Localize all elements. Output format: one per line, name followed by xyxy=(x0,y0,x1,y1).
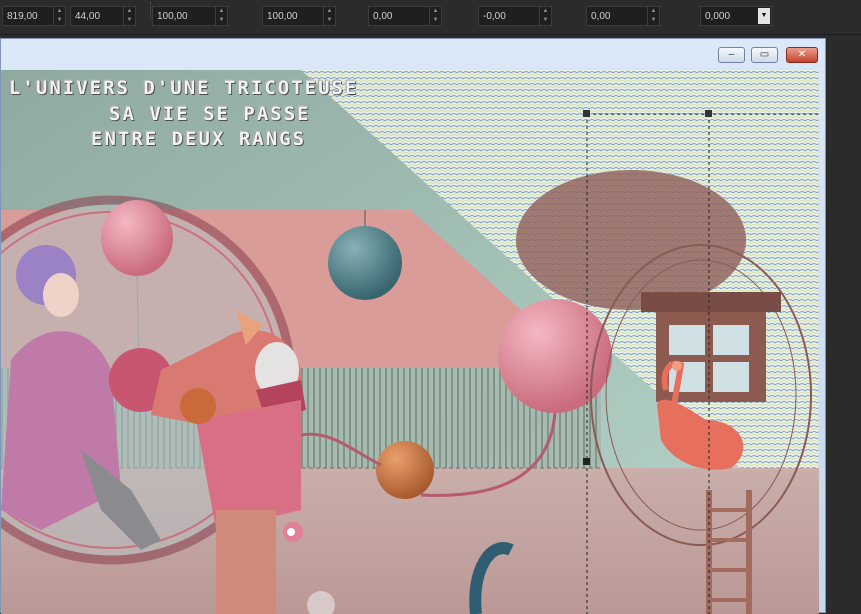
shear-field[interactable]: -0,00 ▲ ▼ xyxy=(478,6,552,26)
artwork-illustration xyxy=(1,70,819,614)
close-icon: ✕ xyxy=(797,49,807,60)
scale-x-spinner[interactable]: ▲ ▼ xyxy=(215,7,227,25)
position-y-spinner[interactable]: ▲ ▼ xyxy=(123,7,135,25)
shear-spinner[interactable]: ▲ ▼ xyxy=(539,7,551,25)
close-button[interactable]: ✕ xyxy=(786,47,818,63)
artwork-title-line-3: ENTRE DEUX RANGS xyxy=(91,128,307,150)
minimize-button[interactable]: – xyxy=(718,47,745,63)
opacity-combo[interactable]: 0,000 ▼ xyxy=(700,6,772,26)
spin-down-icon[interactable]: ▼ xyxy=(324,16,335,25)
artwork-title-line-1: L'UNIVERS D'UNE TRICOTEUSE xyxy=(9,77,359,99)
scale-y-value: 100,00 xyxy=(267,11,298,22)
spin-down-icon[interactable]: ▼ xyxy=(430,16,441,25)
position-x-value: 819,00 xyxy=(7,11,38,22)
spin-up-icon[interactable]: ▲ xyxy=(324,7,335,16)
chevron-down-icon[interactable]: ▼ xyxy=(758,8,770,24)
spin-up-icon[interactable]: ▲ xyxy=(216,7,227,16)
scale-y-field[interactable]: 100,00 ▲ ▼ xyxy=(262,6,336,26)
scale-x-field[interactable]: 100,00 ▲ ▼ xyxy=(152,6,228,26)
spin-up-icon[interactable]: ▲ xyxy=(648,7,659,16)
position-x-field[interactable]: 819,00 ▲ ▼ xyxy=(2,6,66,26)
spin-up-icon[interactable]: ▲ xyxy=(540,7,551,16)
angle-value: 0,00 xyxy=(373,11,393,22)
spin-down-icon[interactable]: ▼ xyxy=(216,16,227,25)
position-y-field[interactable]: 44,00 ▲ ▼ xyxy=(70,6,136,26)
minimize-icon: – xyxy=(728,49,735,60)
image-canvas[interactable]: L'UNIVERS D'UNE TRICOTEUSE SA VIE SE PAS… xyxy=(1,70,819,614)
opacity-value: 0,000 xyxy=(705,11,731,22)
spin-up-icon[interactable]: ▲ xyxy=(54,7,65,16)
position-y-value: 44,00 xyxy=(75,11,101,22)
position-x-spinner[interactable]: ▲ ▼ xyxy=(53,7,65,25)
angle-field[interactable]: 0,00 ▲ ▼ xyxy=(368,6,442,26)
perspective-field[interactable]: 0,00 ▲ ▼ xyxy=(586,6,660,26)
scale-x-value: 100,00 xyxy=(157,11,188,22)
tool-options-bar: 819,00 ▲ ▼ 44,00 ▲ ▼ 100,00 ▲ ▼ 100,00 ▲ ▼ 0… xyxy=(0,0,861,35)
maximize-icon: ▭ xyxy=(759,49,770,60)
image-window: – ▭ ✕ L'UNIVERS D'UNE TRICOTEUSE SA VIE … xyxy=(0,38,826,614)
scale-y-spinner[interactable]: ▲ ▼ xyxy=(323,7,335,25)
spin-down-icon[interactable]: ▼ xyxy=(648,16,659,25)
perspective-spinner[interactable]: ▲ ▼ xyxy=(647,7,659,25)
shear-value: -0,00 xyxy=(483,11,506,22)
spin-up-icon[interactable]: ▲ xyxy=(430,7,441,16)
artwork-title-line-2: SA VIE SE PASSE xyxy=(109,103,311,125)
perspective-value: 0,00 xyxy=(591,11,611,22)
angle-spinner[interactable]: ▲ ▼ xyxy=(429,7,441,25)
spin-down-icon[interactable]: ▼ xyxy=(54,16,65,25)
maximize-button[interactable]: ▭ xyxy=(751,47,778,63)
spin-down-icon[interactable]: ▼ xyxy=(124,16,135,25)
spin-up-icon[interactable]: ▲ xyxy=(124,7,135,16)
spin-down-icon[interactable]: ▼ xyxy=(540,16,551,25)
